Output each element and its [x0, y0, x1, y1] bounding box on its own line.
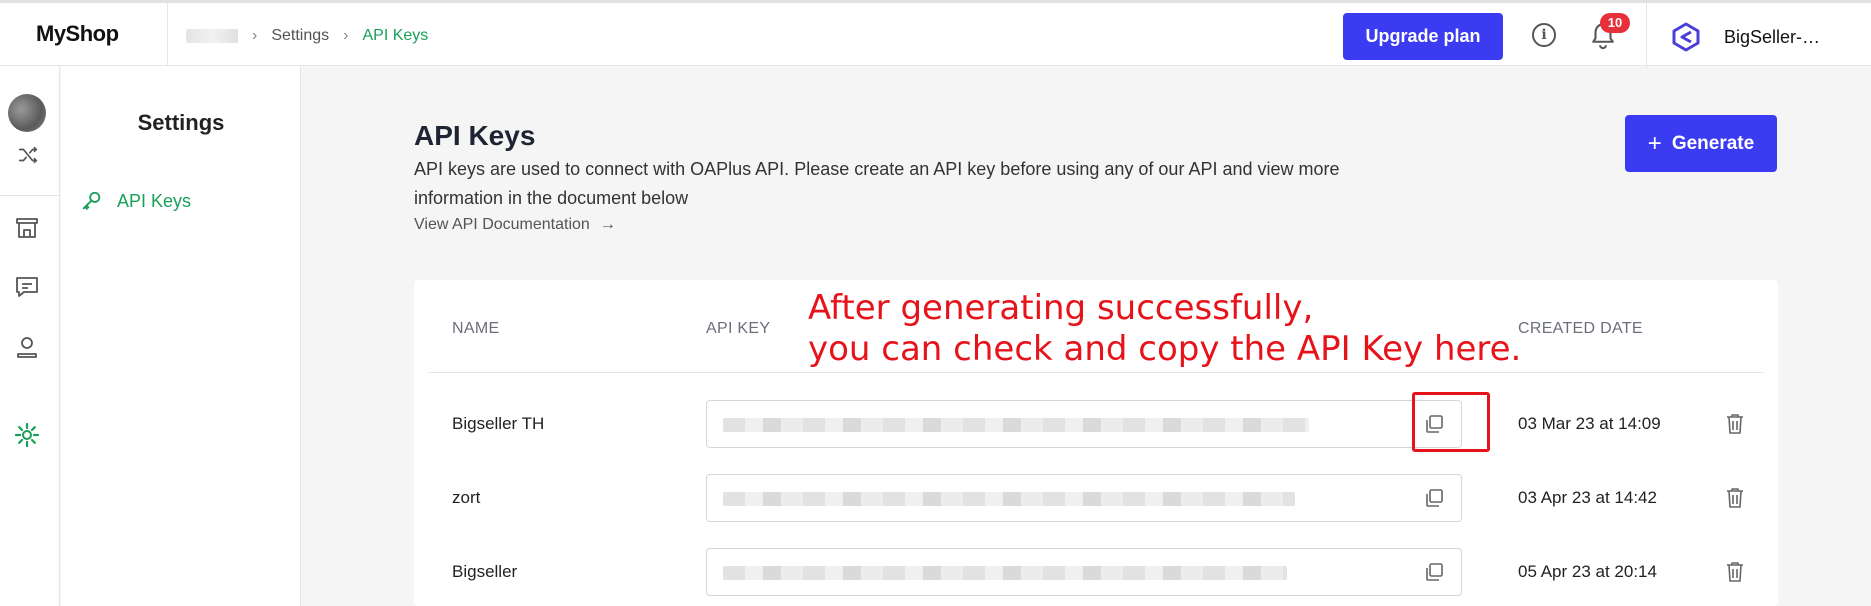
- info-icon[interactable]: i: [1532, 23, 1556, 47]
- generate-button[interactable]: + Generate: [1625, 115, 1777, 172]
- shop-logo-icon: [1672, 22, 1700, 52]
- row-created-date: 03 Apr 23 at 14:42: [1518, 488, 1657, 507]
- plus-icon: +: [1647, 129, 1662, 157]
- key-icon: [82, 191, 101, 210]
- left-rail: [0, 66, 60, 606]
- sidebar-item-api-keys[interactable]: API Keys: [81, 190, 191, 212]
- page-description: API keys are used to connect with OAPlus…: [414, 159, 1340, 208]
- row-created-date: 05 Apr 23 at 20:14: [1518, 562, 1657, 581]
- annotation-text: After generating successfully, you can c…: [808, 288, 1521, 370]
- upgrade-plan-button[interactable]: Upgrade plan: [1343, 13, 1503, 60]
- api-key-field[interactable]: [706, 400, 1462, 448]
- api-documentation-link[interactable]: View API Documentation →: [414, 216, 616, 234]
- copy-highlight-box: [1412, 392, 1490, 452]
- copy-icon[interactable]: [1423, 487, 1445, 509]
- breadcrumb: › Settings › API Keys: [186, 27, 428, 45]
- breadcrumb-item-redacted[interactable]: [186, 29, 238, 43]
- notification-badge: 10: [1600, 13, 1630, 33]
- column-header-api-key: API KEY: [706, 320, 771, 337]
- sidebar-title: Settings: [137, 110, 225, 135]
- settings-sidebar: Settings API Keys: [61, 66, 301, 606]
- breadcrumb-item-api-keys: API Keys: [362, 27, 429, 44]
- shuffle-icon[interactable]: [17, 144, 39, 166]
- page-title: API Keys: [414, 120, 536, 151]
- divider: [167, 3, 168, 69]
- breadcrumb-item-settings[interactable]: Settings: [271, 27, 329, 45]
- column-header-created-date: CREATED DATE: [1518, 320, 1643, 337]
- app-logo[interactable]: MyShop: [36, 21, 119, 47]
- trash-icon[interactable]: [1724, 412, 1746, 436]
- api-key-redacted: [723, 418, 1309, 432]
- trash-icon[interactable]: [1724, 486, 1746, 510]
- doc-link-label: View API Documentation: [414, 216, 590, 233]
- divider: [0, 195, 60, 196]
- row-created-date: 03 Mar 23 at 14:09: [1518, 414, 1661, 433]
- column-header-name: NAME: [452, 320, 500, 337]
- gear-icon[interactable]: [14, 422, 40, 448]
- divider: [428, 372, 1764, 373]
- api-key-field[interactable]: [706, 548, 1462, 596]
- avatar[interactable]: [8, 94, 46, 132]
- user-icon[interactable]: [14, 334, 40, 360]
- top-bar: MyShop › Settings › API Keys Upgrade pla…: [0, 0, 1871, 69]
- store-icon[interactable]: [14, 214, 40, 240]
- generate-label: Generate: [1671, 132, 1755, 154]
- sidebar-item-label: API Keys: [117, 190, 192, 211]
- api-key-redacted: [723, 566, 1287, 580]
- chat-icon[interactable]: [14, 274, 40, 300]
- arrow-right-icon: →: [599, 216, 616, 233]
- row-name: zort: [452, 488, 481, 507]
- row-name: Bigseller: [452, 562, 518, 581]
- api-key-redacted: [723, 492, 1295, 506]
- copy-icon[interactable]: [1423, 561, 1445, 583]
- divider: [1646, 3, 1647, 69]
- annotation-line-1: After generating successfully,: [808, 288, 1314, 328]
- row-name: Bigseller TH: [452, 414, 545, 433]
- chevron-right-icon: ›: [252, 27, 258, 44]
- annotation-line-2: you can check and copy the API Key here.: [808, 329, 1522, 369]
- trash-icon[interactable]: [1724, 560, 1746, 584]
- shop-name[interactable]: BigSeller-…: [1724, 27, 1820, 48]
- api-key-field[interactable]: [706, 474, 1462, 522]
- chevron-right-icon: ›: [343, 27, 349, 44]
